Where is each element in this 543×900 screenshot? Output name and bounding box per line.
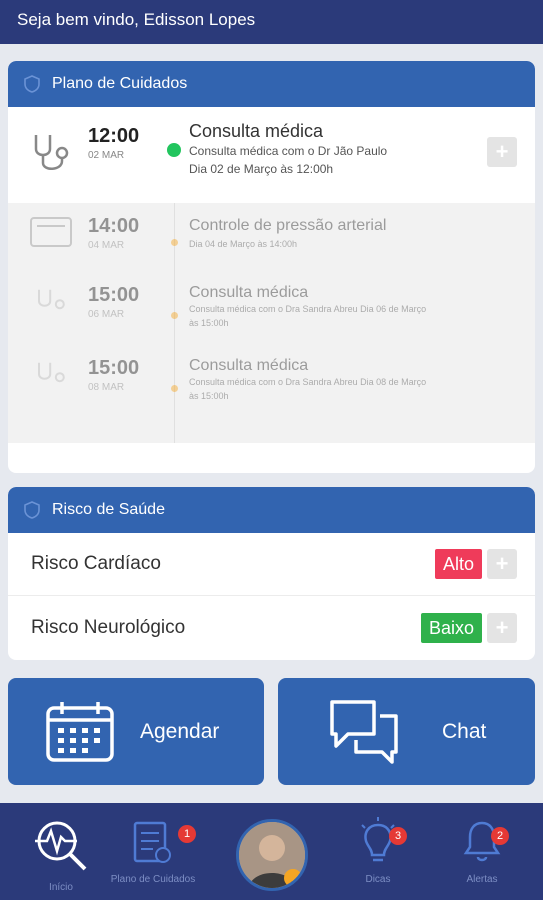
risk-row-neuro[interactable]: Risco Neurológico Baixo + [8, 596, 535, 659]
item-date: 08 MAR [88, 382, 125, 393]
item-title: Consulta médica [189, 121, 324, 141]
care-plan-card: Plano de Cuidados 12:00 02 MAR Consulta … [8, 61, 535, 473]
status-dot [171, 312, 178, 319]
welcome-text: Seja bem vindo, Edisson Lopes [17, 10, 256, 29]
stethoscope-icon [22, 349, 80, 407]
item-description-2: às 15:00h [189, 318, 229, 328]
item-description: Consulta médica com o Dra Sandra Abreu D… [189, 304, 427, 314]
nav-home[interactable]: Início [16, 817, 106, 893]
health-risk-title: Risco de Saúde [52, 501, 165, 518]
risk-row-cardiac[interactable]: Risco Cardíaco Alto + [8, 533, 535, 596]
item-description: Consulta médica com o Dr Jão Paulo [189, 144, 388, 158]
item-date: 02 MAR [88, 150, 125, 161]
care-item[interactable]: 14:00 04 MAR Controle de pressão arteria… [8, 203, 535, 276]
chat-button[interactable]: Chat [278, 678, 535, 785]
avatar[interactable] [236, 819, 308, 891]
expand-button[interactable]: + [487, 549, 517, 579]
nav-alerts[interactable]: 2 Alertas [437, 817, 527, 885]
item-description: Consulta médica com o Dra Sandra Abreu D… [189, 377, 427, 387]
top-bar: Seja bem vindo, Edisson Lopes [0, 0, 543, 44]
health-risk-header: Risco de Saúde [8, 487, 535, 533]
item-time: 12:00 [88, 125, 140, 147]
notification-badge: 2 [491, 827, 509, 845]
item-description-2: Dia 02 de Março às 12:00h [189, 162, 334, 176]
schedule-button[interactable]: Agendar [8, 678, 264, 785]
care-item[interactable]: 15:00 06 MAR Consulta médica Consulta mé… [8, 276, 535, 349]
activity-search-icon [35, 821, 87, 871]
care-plan-header: Plano de Cuidados [8, 61, 535, 107]
item-title: Consulta médica [189, 357, 309, 374]
care-plan-title: Plano de Cuidados [52, 75, 188, 92]
shield-icon [24, 75, 40, 93]
item-date: 06 MAR [88, 309, 125, 320]
calendar-icon [46, 701, 114, 762]
care-item[interactable]: 12:00 02 MAR Consulta médica Consulta mé… [8, 107, 535, 203]
item-time: 15:00 [88, 284, 140, 306]
notification-badge: 3 [389, 827, 407, 845]
status-dot [171, 239, 178, 246]
care-item[interactable]: 15:00 08 MAR Consulta médica Consulta mé… [8, 349, 535, 422]
nav-tips[interactable]: 3 Dicas [333, 817, 423, 885]
user-photo [239, 822, 305, 888]
status-dot [171, 385, 178, 392]
schedule-label: Agendar [140, 719, 220, 743]
item-title: Consulta médica [189, 284, 309, 301]
item-title: Controle de pressão arterial [189, 217, 387, 234]
status-dot [167, 143, 181, 157]
shield-icon [24, 501, 40, 519]
item-time: 15:00 [88, 357, 140, 379]
blood-pressure-icon [22, 203, 80, 261]
nav-label: Alertas [466, 874, 498, 885]
risk-level-badge: Baixo [420, 612, 482, 643]
nav-label: Dicas [365, 874, 391, 885]
item-description: Dia 04 de Março às 14:00h [189, 239, 298, 249]
nav-label: Início [49, 882, 73, 893]
expand-button[interactable]: + [487, 612, 517, 643]
item-description-2: às 15:00h [189, 391, 229, 401]
risk-label: Risco Neurológico [31, 616, 186, 638]
risk-level-badge: Alto [434, 549, 482, 579]
nav-label: Plano de Cuidados [110, 874, 196, 885]
chat-label: Chat [442, 719, 487, 743]
notification-badge: 1 [178, 825, 196, 843]
stethoscope-icon [22, 125, 80, 183]
risk-label: Risco Cardíaco [31, 553, 161, 574]
item-time: 14:00 [88, 215, 140, 237]
clipboard-icon [133, 821, 171, 863]
health-risk-card: Risco de Saúde Risco Cardíaco Alto + Ris… [8, 487, 535, 660]
nav-care-plan[interactable]: 1 Plano de Cuidados [108, 817, 198, 885]
stethoscope-icon [22, 276, 80, 334]
expand-button[interactable]: + [487, 137, 517, 167]
item-date: 04 MAR [88, 240, 125, 251]
chat-icon [330, 699, 398, 764]
